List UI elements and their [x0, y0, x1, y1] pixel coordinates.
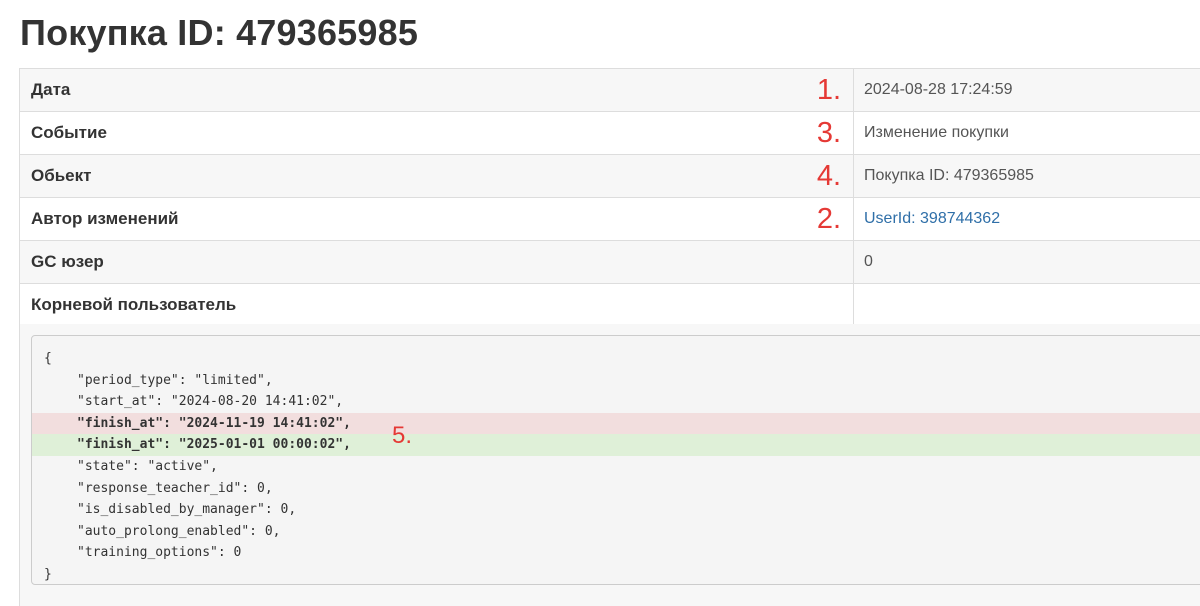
row-label: Обьект — [31, 166, 92, 185]
code-line: "auto_prolong_enabled": 0, — [77, 523, 281, 539]
code-lines: { "period_type": "limited", "start_at": "2… — [32, 348, 1200, 584]
code-line: "response_teacher_id": 0, — [77, 480, 273, 496]
annotation-marker: 2. — [816, 203, 841, 235]
code-line: } — [44, 566, 52, 582]
row-value: Изменение покупки — [864, 124, 1009, 141]
code-line-added: "finish_at": "2025-01-01 00:00:02", — [32, 434, 1200, 456]
code-line-removed: "finish_at": "2024-11-19 14:41:02", — [32, 412, 1200, 435]
page-title: Покупка ID: 479365985 — [20, 12, 419, 53]
row-value: 0 — [864, 253, 873, 270]
code-line: "state": "active", — [77, 458, 218, 474]
table-row-object: Обьект 4. Покупка ID: 479365985 — [20, 155, 1200, 198]
row-value: Покупка ID: 479365985 — [864, 167, 1034, 184]
row-label: GC юзер — [31, 252, 104, 271]
code-line: "start_at": "2024-08-20 14:41:02", — [77, 394, 344, 410]
table-row-date: Дата 1. 2024-08-28 17:24:59 — [20, 69, 1200, 112]
row-value: 2024-08-28 17:24:59 — [864, 81, 1013, 98]
row-label: Событие — [31, 123, 107, 142]
annotation-marker: 4. — [816, 160, 841, 192]
table-row-event: Событие 3. Изменение покупки — [20, 112, 1200, 155]
row-label: Автор изменений — [31, 209, 179, 228]
json-diff-block: { "period_type": "limited", "start_at": "2… — [31, 335, 1200, 585]
annotation-marker: 3. — [816, 117, 841, 149]
table-row-author: Автор изменений 2. UserId: 398744362 — [20, 198, 1200, 241]
table-row-root-user: Корневой пользователь — [20, 284, 1200, 327]
code-line: { — [44, 351, 52, 366]
code-line: "period_type": "limited", — [77, 372, 273, 388]
diff-row: { "period_type": "limited", "start_at": "2… — [19, 324, 1200, 606]
code-line: "training_options": 0 — [77, 545, 242, 561]
annotation-marker: 1. — [816, 74, 841, 106]
author-user-link[interactable]: UserId: 398744362 — [864, 210, 1000, 228]
code-line: "is_disabled_by_manager": 0, — [77, 502, 297, 518]
annotation-marker: 5. — [392, 422, 413, 449]
row-label: Корневой пользователь — [31, 295, 237, 314]
details-table: Дата 1. 2024-08-28 17:24:59 Событие 3. И… — [19, 68, 1200, 327]
row-label: Дата — [31, 80, 71, 99]
table-row-gc-user: GC юзер 0 — [20, 241, 1200, 284]
row-value — [854, 284, 1200, 326]
